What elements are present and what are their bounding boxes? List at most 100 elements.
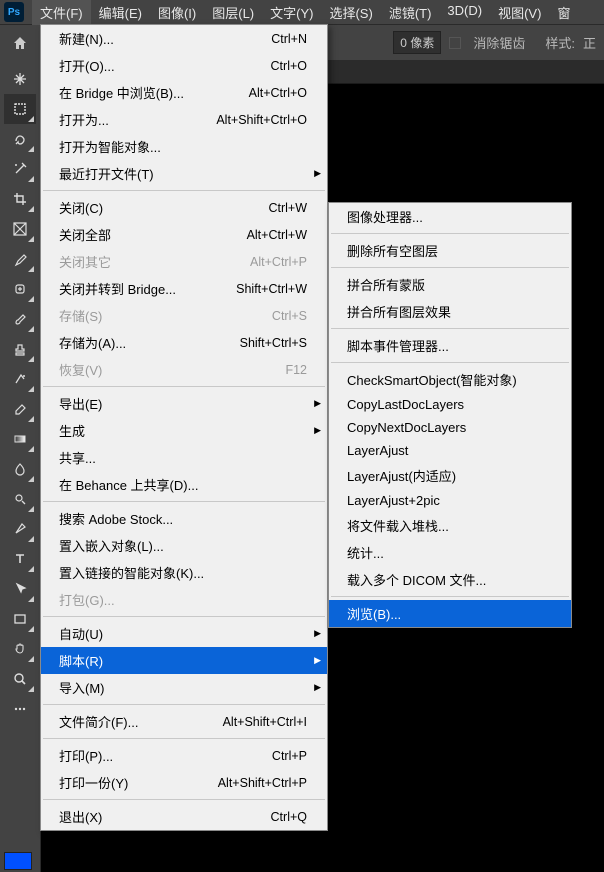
file-menu-item-17[interactable]: 共享... bbox=[41, 444, 327, 471]
scripts-submenu-item-5[interactable]: 拼合所有图层效果 bbox=[329, 298, 571, 325]
dodge-tool[interactable] bbox=[4, 484, 36, 514]
menubar-item-7[interactable]: 3D(D) bbox=[439, 0, 490, 25]
menubar-item-4[interactable]: 文字(Y) bbox=[262, 0, 321, 25]
file-menu-item-27[interactable]: 导入(M) bbox=[41, 674, 327, 701]
type-tool[interactable] bbox=[4, 544, 36, 574]
menu-item-label: 载入多个 DICOM 文件... bbox=[347, 570, 486, 589]
file-menu-item-26[interactable]: 脚本(R) bbox=[41, 647, 327, 674]
toolbar bbox=[0, 60, 40, 872]
file-menu-separator bbox=[43, 616, 325, 617]
marquee-tool[interactable] bbox=[4, 94, 36, 124]
history-tool[interactable] bbox=[4, 364, 36, 394]
path-select-tool[interactable] bbox=[4, 574, 36, 604]
file-menu-item-8[interactable]: 关闭全部 Alt+Ctrl+W bbox=[41, 221, 327, 248]
file-menu-item-25[interactable]: 自动(U) bbox=[41, 620, 327, 647]
menu-item-shortcut: Alt+Ctrl+W bbox=[247, 228, 307, 242]
menubar-item-5[interactable]: 选择(S) bbox=[321, 0, 380, 25]
file-menu-item-10[interactable]: 关闭并转到 Bridge...Shift+Ctrl+W bbox=[41, 275, 327, 302]
file-menu-item-7[interactable]: 关闭(C)Ctrl+W bbox=[41, 194, 327, 221]
pixel-value-field[interactable]: 0 像素 bbox=[393, 31, 441, 54]
menu-item-label: 新建(N)... bbox=[59, 29, 114, 48]
stamp-tool[interactable] bbox=[4, 334, 36, 364]
file-menu-item-32[interactable]: 打印一份(Y)Alt+Shift+Ctrl+P bbox=[41, 769, 327, 796]
menu-item-shortcut: Shift+Ctrl+W bbox=[236, 282, 307, 296]
blur-tool[interactable] bbox=[4, 454, 36, 484]
file-menu-item-23: 打包(G)... bbox=[41, 586, 327, 613]
scripts-submenu-item-0[interactable]: 图像处理器... bbox=[329, 203, 571, 230]
zoom-tool[interactable] bbox=[4, 664, 36, 694]
scripts-submenu-item-10[interactable]: CopyLastDocLayers bbox=[329, 393, 571, 416]
scripts-submenu-item-11[interactable]: CopyNextDocLayers bbox=[329, 416, 571, 439]
file-menu-item-0[interactable]: 新建(N)...Ctrl+N bbox=[41, 25, 327, 52]
rectangle-tool[interactable] bbox=[4, 604, 36, 634]
file-menu-item-18[interactable]: 在 Behance 上共享(D)... bbox=[41, 471, 327, 498]
menu-item-label: LayerAjust bbox=[347, 443, 408, 458]
scripts-submenu-item-16[interactable]: 统计... bbox=[329, 539, 571, 566]
scripts-submenu-item-17[interactable]: 载入多个 DICOM 文件... bbox=[329, 566, 571, 593]
home-icon[interactable] bbox=[8, 31, 32, 55]
antialias-checkbox[interactable] bbox=[449, 37, 461, 49]
hand-tool[interactable] bbox=[4, 634, 36, 664]
menubar-item-2[interactable]: 图像(I) bbox=[150, 0, 204, 25]
file-menu-item-12[interactable]: 存储为(A)...Shift+Ctrl+S bbox=[41, 329, 327, 356]
crop-tool[interactable] bbox=[4, 184, 36, 214]
scripts-submenu-item-7[interactable]: 脚本事件管理器... bbox=[329, 332, 571, 359]
menu-item-label: 最近打开文件(T) bbox=[59, 164, 154, 183]
menu-item-label: 统计... bbox=[347, 543, 384, 562]
menu-item-label: 文件简介(F)... bbox=[59, 712, 138, 731]
menubar-item-1[interactable]: 编辑(E) bbox=[91, 0, 150, 25]
menubar-item-9[interactable]: 窗 bbox=[549, 0, 578, 25]
menu-item-label: 关闭全部 bbox=[59, 225, 111, 244]
menu-item-label: 脚本事件管理器... bbox=[347, 336, 449, 355]
file-menu-item-20[interactable]: 搜索 Adobe Stock... bbox=[41, 505, 327, 532]
menu-item-label: 搜索 Adobe Stock... bbox=[59, 509, 173, 528]
move-tool[interactable] bbox=[4, 64, 36, 94]
file-menu-item-4[interactable]: 打开为智能对象... bbox=[41, 133, 327, 160]
menu-item-label: CheckSmartObject(智能对象) bbox=[347, 370, 517, 389]
style-value: 正 bbox=[583, 33, 596, 52]
frame-tool[interactable] bbox=[4, 214, 36, 244]
scripts-submenu-item-2[interactable]: 删除所有空图层 bbox=[329, 237, 571, 264]
menu-item-shortcut: Ctrl+P bbox=[272, 749, 307, 763]
file-menu-item-3[interactable]: 打开为...Alt+Shift+Ctrl+O bbox=[41, 106, 327, 133]
menu-item-label: 在 Bridge 中浏览(B)... bbox=[59, 83, 184, 102]
file-menu-item-15[interactable]: 导出(E) bbox=[41, 390, 327, 417]
file-menu-item-16[interactable]: 生成 bbox=[41, 417, 327, 444]
menu-item-label: 脚本(R) bbox=[59, 651, 103, 670]
eraser-tool[interactable] bbox=[4, 394, 36, 424]
file-menu-item-31[interactable]: 打印(P)...Ctrl+P bbox=[41, 742, 327, 769]
file-menu-item-22[interactable]: 置入链接的智能对象(K)... bbox=[41, 559, 327, 586]
file-menu-item-34[interactable]: 退出(X)Ctrl+Q bbox=[41, 803, 327, 830]
scripts-submenu-item-19[interactable]: 浏览(B)... bbox=[329, 600, 571, 627]
menu-item-label: 关闭其它 bbox=[59, 252, 111, 271]
wand-tool[interactable] bbox=[4, 154, 36, 184]
scripts-submenu-item-14[interactable]: LayerAjust+2pic bbox=[329, 489, 571, 512]
file-menu-item-21[interactable]: 置入嵌入对象(L)... bbox=[41, 532, 327, 559]
heal-tool[interactable] bbox=[4, 274, 36, 304]
foreground-color-swatch[interactable] bbox=[4, 852, 32, 870]
file-menu-item-2[interactable]: 在 Bridge 中浏览(B)...Alt+Ctrl+O bbox=[41, 79, 327, 106]
scripts-submenu-item-4[interactable]: 拼合所有蒙版 bbox=[329, 271, 571, 298]
file-menu-item-1[interactable]: 打开(O)...Ctrl+O bbox=[41, 52, 327, 79]
menubar-item-3[interactable]: 图层(L) bbox=[204, 0, 262, 25]
menubar-item-6[interactable]: 滤镜(T) bbox=[381, 0, 440, 25]
pen-tool[interactable] bbox=[4, 514, 36, 544]
scripts-submenu-separator bbox=[331, 267, 569, 268]
gradient-tool[interactable] bbox=[4, 424, 36, 454]
file-menu-item-5[interactable]: 最近打开文件(T) bbox=[41, 160, 327, 187]
menu-item-shortcut: Ctrl+O bbox=[271, 59, 307, 73]
eyedropper-tool[interactable] bbox=[4, 244, 36, 274]
scripts-submenu-item-15[interactable]: 将文件载入堆栈... bbox=[329, 512, 571, 539]
menubar-item-8[interactable]: 视图(V) bbox=[490, 0, 549, 25]
scripts-submenu-item-9[interactable]: CheckSmartObject(智能对象) bbox=[329, 366, 571, 393]
scripts-submenu-item-13[interactable]: LayerAjust(内适应) bbox=[329, 462, 571, 489]
menubar: Ps 文件(F)编辑(E)图像(I)图层(L)文字(Y)选择(S)滤镜(T)3D… bbox=[0, 0, 604, 24]
lasso-tool[interactable] bbox=[4, 124, 36, 154]
more-tool[interactable] bbox=[4, 694, 36, 724]
menu-item-shortcut: Shift+Ctrl+S bbox=[240, 336, 307, 350]
menu-item-shortcut: Alt+Ctrl+P bbox=[250, 255, 307, 269]
file-menu-item-29[interactable]: 文件简介(F)...Alt+Shift+Ctrl+I bbox=[41, 708, 327, 735]
brush-tool[interactable] bbox=[4, 304, 36, 334]
menubar-item-0[interactable]: 文件(F) bbox=[32, 0, 91, 25]
scripts-submenu-item-12[interactable]: LayerAjust bbox=[329, 439, 571, 462]
